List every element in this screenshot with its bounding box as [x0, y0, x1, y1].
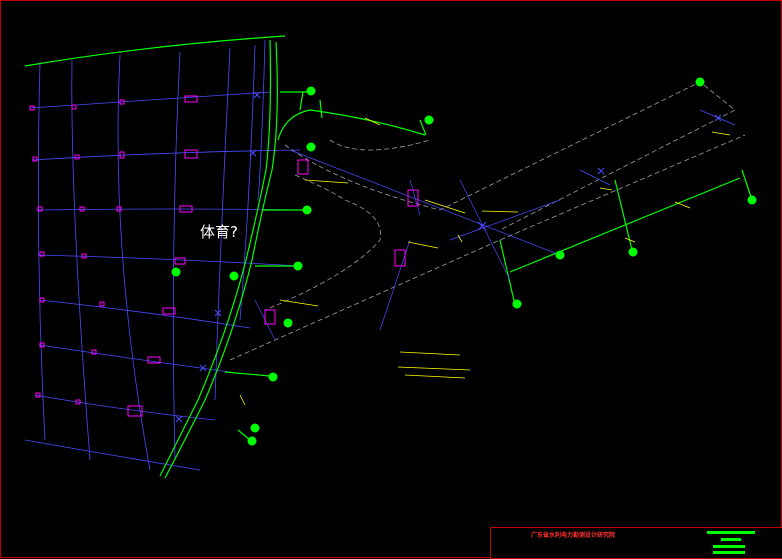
annotation-marks: [239, 117, 731, 406]
status-bar: [713, 551, 745, 554]
annotation-line: [364, 117, 381, 126]
company-name: 广东省水利电力勘测设计研究院: [531, 532, 616, 539]
annotation-line: [599, 187, 613, 191]
big-label: 体育?: [200, 223, 238, 241]
road-edge: [237, 429, 251, 441]
grid-line: [37, 61, 46, 441]
road-edge: [277, 109, 426, 141]
grid-line: [31, 149, 301, 161]
station-bubble: [250, 423, 260, 433]
station-bubble: [247, 436, 257, 446]
station-bubble: [424, 115, 434, 125]
dashed-outlines: [229, 81, 746, 361]
annotation-line: [481, 210, 519, 213]
annotation-line: [711, 131, 731, 136]
station-bubble: [695, 77, 705, 87]
marker: [297, 159, 309, 175]
road-edge: [319, 99, 323, 119]
grid-line: [34, 394, 216, 421]
grid-line: [71, 59, 91, 461]
status-bar: [707, 531, 755, 534]
dashed-road: [229, 134, 746, 361]
station-bubble: [555, 250, 565, 260]
station-bubble: [293, 261, 303, 271]
station-bubble: [747, 195, 757, 205]
grid-markers: [29, 95, 419, 417]
status-bar: [713, 545, 745, 548]
grid-line: [117, 54, 151, 471]
marker: [394, 249, 406, 267]
road-edge: [741, 169, 753, 201]
station-bubble: [306, 86, 316, 96]
grid-line: [39, 344, 231, 373]
grid-line: [257, 39, 266, 201]
annotation-line: [279, 299, 319, 307]
marker: [264, 309, 276, 325]
grid-line: [172, 51, 181, 461]
marker: [71, 104, 77, 110]
marker: [99, 301, 105, 307]
dashed-road: [329, 139, 431, 151]
station-bubble: [512, 299, 522, 309]
station-bubble: [628, 247, 638, 257]
axis-lines: [254, 109, 736, 341]
marker: [79, 206, 85, 212]
annotation-line: [399, 351, 461, 356]
annotation-line: [424, 199, 466, 214]
station-bubbles: [171, 77, 757, 446]
title-block: 广东省水利电力勘测设计研究院: [490, 527, 782, 559]
axis-line: [289, 149, 561, 256]
road-edge: [299, 91, 304, 111]
station-bubble: [283, 318, 293, 328]
cross: [597, 167, 605, 175]
annotation-line: [239, 394, 246, 406]
road-edge: [419, 119, 427, 136]
dashed-road: [264, 174, 381, 311]
annotation-line: [407, 241, 439, 249]
grid-line: [29, 91, 271, 109]
axis-line: [579, 169, 611, 186]
annotation-line: [404, 374, 466, 379]
station-bubble: [229, 271, 239, 281]
marker: [184, 149, 198, 159]
status-bar: [721, 538, 741, 541]
cad-drawing: 体育?: [24, 35, 757, 479]
marker: [174, 257, 186, 265]
road-edge: [499, 239, 516, 306]
annotation-line: [397, 366, 471, 371]
axis-line: [459, 179, 511, 281]
road-edge: [224, 371, 271, 377]
axis-line: [449, 199, 561, 241]
station-bubble: [171, 267, 181, 277]
cross: [175, 415, 183, 423]
station-bubble: [302, 205, 312, 215]
station-bubble: [306, 142, 316, 152]
road-edge: [24, 35, 286, 67]
road-lines: [24, 35, 753, 479]
grid-line: [24, 439, 201, 471]
road-edge: [509, 177, 741, 273]
station-bubble: [268, 372, 278, 382]
annotation-line: [674, 201, 691, 209]
grid-lines: [24, 39, 306, 471]
marker: [32, 156, 38, 162]
grid-crosses: [175, 91, 722, 423]
